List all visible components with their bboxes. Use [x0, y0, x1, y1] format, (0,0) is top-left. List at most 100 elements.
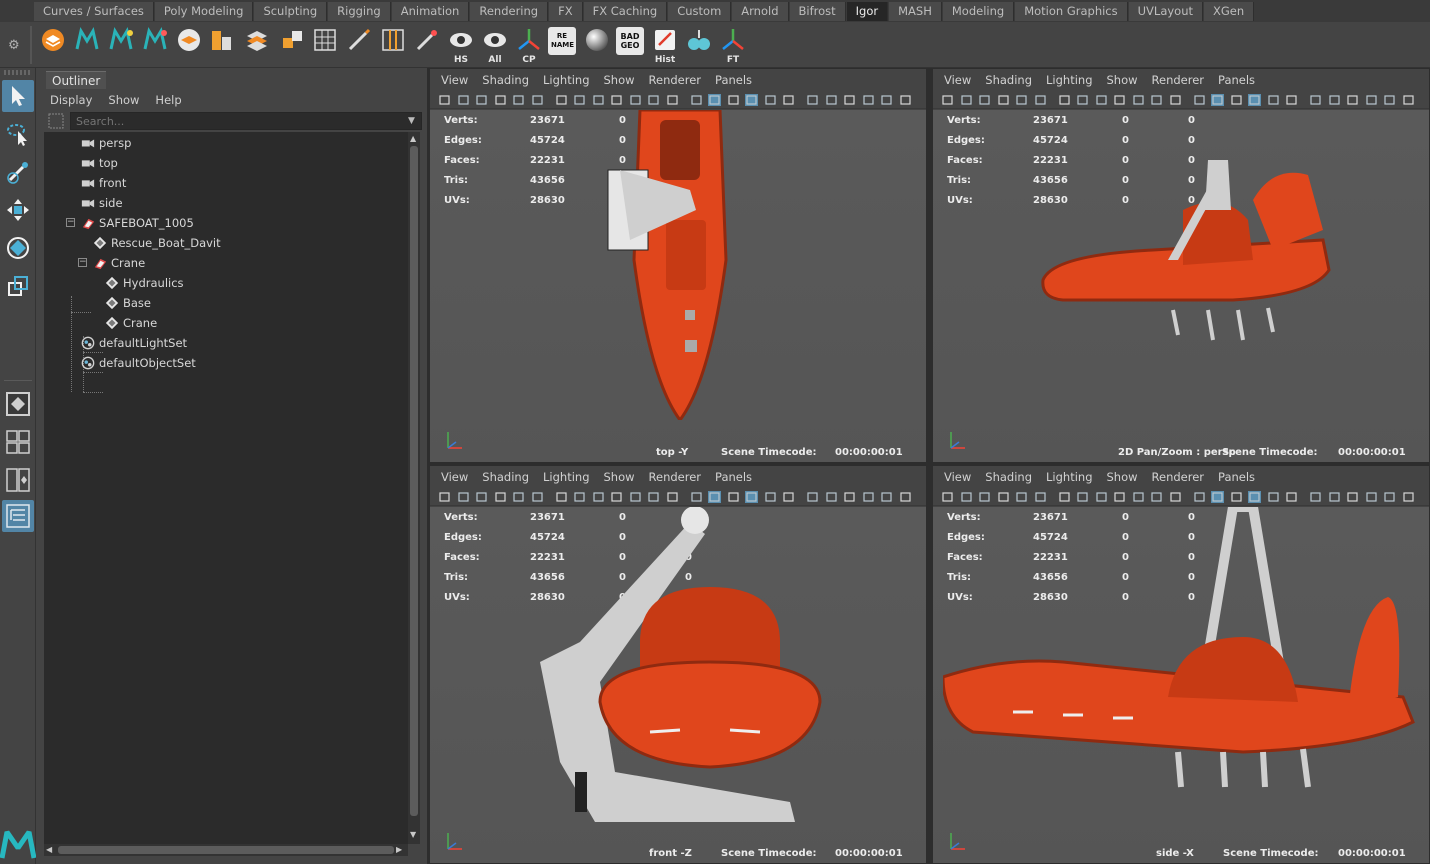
resolution-gate-icon[interactable] — [1095, 491, 1108, 503]
field-chart-icon[interactable] — [1132, 491, 1145, 503]
rename-icon[interactable]: RE NAME — [548, 27, 576, 55]
ambient-occlusion-icon[interactable] — [1346, 491, 1359, 503]
viewport-menu-shading[interactable]: Shading — [978, 466, 1039, 488]
viewport-menu-view[interactable]: View — [434, 69, 475, 91]
viewport-menu-show[interactable]: Show — [1100, 466, 1145, 488]
outliner-item-front[interactable]: front — [80, 173, 126, 193]
wireframe-icon[interactable] — [1193, 491, 1206, 503]
viewport-menu-panels[interactable]: Panels — [1211, 466, 1262, 488]
smooth-shade-icon[interactable] — [708, 491, 721, 503]
gate-mask-icon[interactable] — [610, 491, 623, 503]
safe-action-icon[interactable] — [647, 94, 660, 106]
paint-brush-icon[interactable] — [412, 25, 442, 55]
ambient-occlusion-icon[interactable] — [843, 94, 856, 106]
default-material-icon[interactable] — [727, 491, 740, 503]
wireframe-on-shaded-icon[interactable] — [745, 491, 758, 503]
viewport-menu-shading[interactable]: Shading — [978, 69, 1039, 91]
xray-joints-icon[interactable] — [1285, 94, 1298, 106]
xray-icon[interactable] — [1267, 491, 1280, 503]
four-view-layout-icon[interactable] — [2, 426, 34, 458]
outliner-item-safeboat-1005[interactable]: SAFEBOAT_1005 — [80, 213, 194, 233]
grid-blocks-icon[interactable] — [278, 25, 308, 55]
filter-icon[interactable] — [48, 113, 66, 129]
outliner-menu-display[interactable]: Display — [42, 90, 100, 110]
grid-icon[interactable] — [555, 491, 568, 503]
maya-script-icon-1[interactable] — [72, 25, 102, 55]
grease-pencil-icon[interactable] — [531, 491, 544, 503]
viewport-canvas[interactable]: Verts:2367100Edges:4572400Faces:2223100T… — [430, 110, 926, 462]
shadows-icon[interactable] — [825, 94, 838, 106]
grease-pencil-icon[interactable] — [531, 94, 544, 106]
shelf-tab-rendering[interactable]: Rendering — [470, 2, 549, 21]
wireframe-icon[interactable] — [690, 94, 703, 106]
viewport-canvas[interactable]: Verts:2367100Edges:4572400Faces:2223100T… — [933, 110, 1429, 462]
search-options-chevron-down-icon[interactable]: ▼ — [408, 116, 415, 126]
isolate-select-icon[interactable] — [899, 94, 912, 106]
outliner-menu-show[interactable]: Show — [100, 90, 147, 110]
viewport-menu-view[interactable]: View — [434, 466, 475, 488]
scroll-right-arrow-icon[interactable]: ▶ — [396, 845, 402, 854]
camera-attr-icon[interactable] — [457, 491, 470, 503]
shelf-tab-fx[interactable]: FX — [549, 2, 583, 21]
anti-alias-icon[interactable] — [880, 491, 893, 503]
cylinder-tool-icon[interactable] — [207, 25, 237, 55]
image-plane-icon[interactable] — [997, 491, 1010, 503]
shelf-tab-sculpting[interactable]: Sculpting — [254, 2, 328, 21]
lasso-tool-icon[interactable] — [2, 118, 34, 150]
grid-icon[interactable] — [1058, 94, 1071, 106]
bookmark-icon[interactable] — [978, 94, 991, 106]
scroll-up-arrow-icon[interactable]: ▲ — [410, 134, 416, 143]
viewport-menu-renderer[interactable]: Renderer — [1145, 69, 1212, 91]
image-plane-icon[interactable] — [997, 94, 1010, 106]
anti-alias-icon[interactable] — [1383, 94, 1396, 106]
field-chart-icon[interactable] — [1132, 94, 1145, 106]
camera-attr-icon[interactable] — [960, 94, 973, 106]
hide-selected-eye-icon[interactable] — [446, 25, 476, 55]
outliner-item-crane-mesh[interactable]: Crane — [104, 313, 157, 333]
shelf-tab-uvlayout[interactable]: UVLayout — [1128, 2, 1204, 21]
layer-stack-icon[interactable] — [38, 25, 68, 55]
smooth-shade-icon[interactable] — [1211, 491, 1224, 503]
shadows-icon[interactable] — [1328, 94, 1341, 106]
viewport-canvas[interactable]: Verts:2367100Edges:4572400Faces:2223100T… — [430, 507, 926, 863]
single-perspective-layout-icon[interactable] — [2, 388, 34, 420]
outliner-item-rescue-boat-davit[interactable]: Rescue_Boat_Davit — [92, 233, 221, 253]
ambient-occlusion-icon[interactable] — [1346, 94, 1359, 106]
scrollbar-thumb[interactable] — [58, 846, 394, 854]
wireframe-on-shaded-icon[interactable] — [1248, 491, 1261, 503]
resolution-gate-icon[interactable] — [592, 491, 605, 503]
shelf-tab-modeling[interactable]: Modeling — [942, 2, 1015, 21]
safe-action-icon[interactable] — [1150, 94, 1163, 106]
scroll-down-arrow-icon[interactable]: ▼ — [410, 830, 416, 839]
viewport-menu-show[interactable]: Show — [597, 466, 642, 488]
2d-pan-zoom-icon[interactable] — [512, 94, 525, 106]
resolution-gate-icon[interactable] — [592, 94, 605, 106]
outliner-layout-icon[interactable] — [2, 500, 34, 532]
use-all-lights-icon[interactable] — [806, 491, 819, 503]
wireframe-on-shaded-icon[interactable] — [1248, 94, 1261, 106]
use-all-lights-icon[interactable] — [1309, 94, 1322, 106]
viewport-menu-panels[interactable]: Panels — [708, 69, 759, 91]
bookmark-icon[interactable] — [475, 94, 488, 106]
field-chart-icon[interactable] — [629, 94, 642, 106]
shelf-tab-rigging[interactable]: Rigging — [328, 2, 391, 21]
gate-mask-icon[interactable] — [1113, 491, 1126, 503]
motion-blur-icon[interactable] — [862, 94, 875, 106]
shadows-icon[interactable] — [1328, 491, 1341, 503]
camera-select-icon[interactable] — [941, 94, 954, 106]
outliner-item-persp[interactable]: persp — [80, 133, 131, 153]
center-pivot-axes-icon[interactable] — [514, 25, 544, 55]
grid-icon[interactable] — [555, 94, 568, 106]
default-material-icon[interactable] — [1230, 491, 1243, 503]
shelf-tab-poly-modeling[interactable]: Poly Modeling — [154, 2, 254, 21]
anti-alias-icon[interactable] — [880, 94, 893, 106]
xray-joints-icon[interactable] — [1285, 491, 1298, 503]
paint-select-tool-icon[interactable] — [2, 156, 34, 188]
xray-icon[interactable] — [764, 491, 777, 503]
outliner-item-crane-group[interactable]: Crane — [92, 253, 145, 273]
viewport-menu-shading[interactable]: Shading — [475, 466, 536, 488]
viewport-canvas[interactable]: Verts:2367100Edges:4572400Faces:2223100T… — [933, 507, 1429, 863]
film-gate-icon[interactable] — [1076, 491, 1089, 503]
shelf-tab-fx-caching[interactable]: FX Caching — [583, 2, 668, 21]
viewport-menu-lighting[interactable]: Lighting — [1039, 69, 1099, 91]
